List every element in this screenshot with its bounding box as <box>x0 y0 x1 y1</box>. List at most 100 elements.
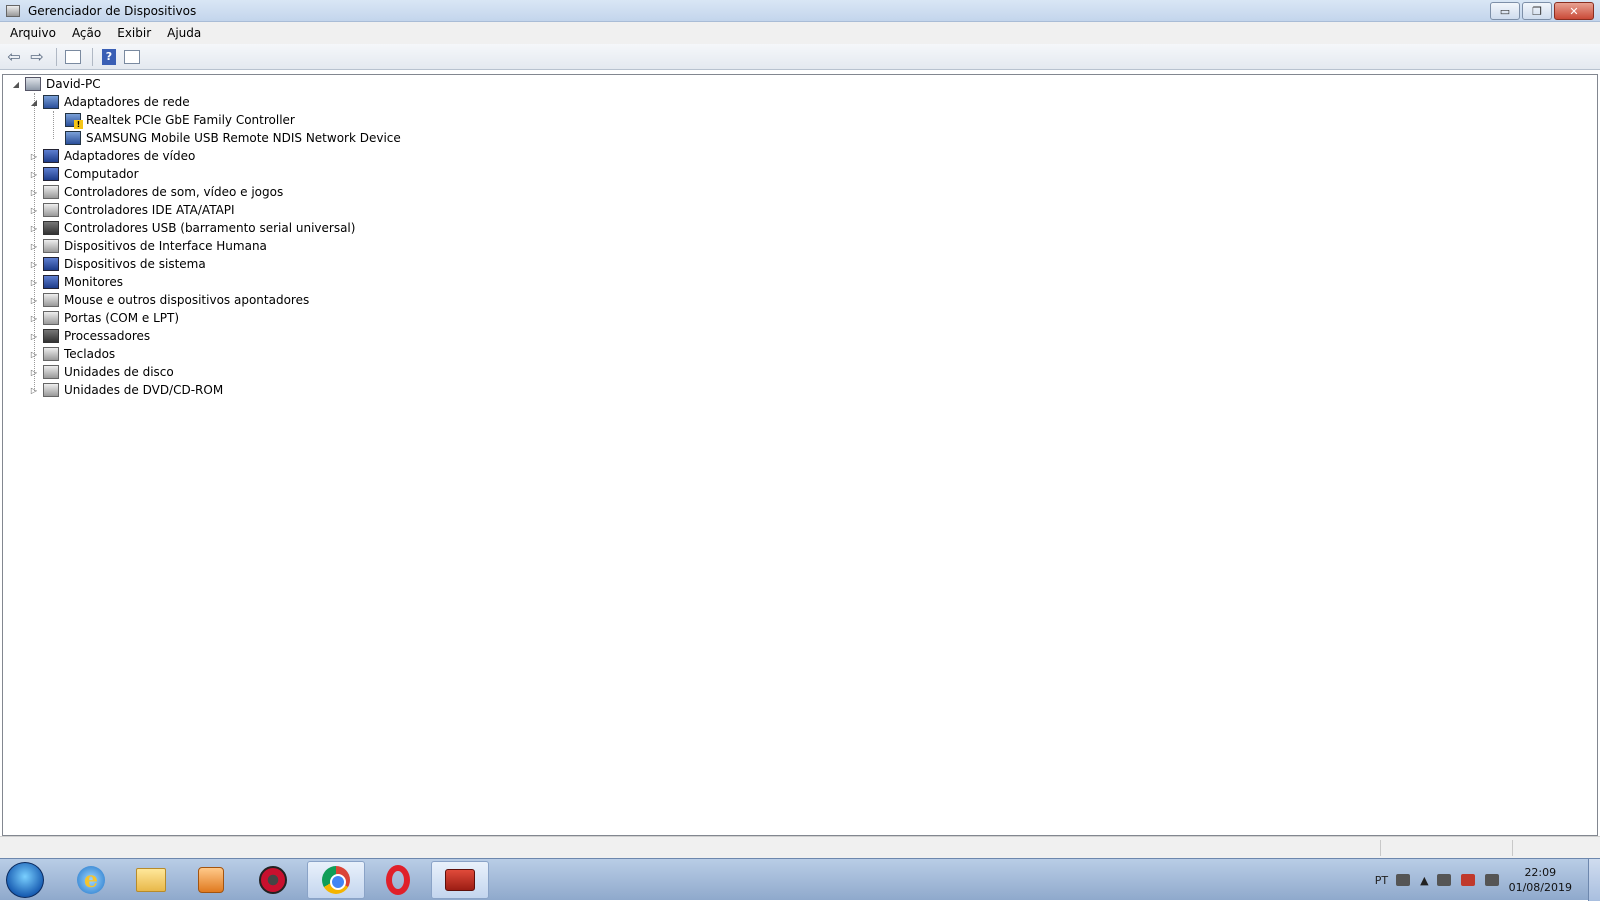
collapse-icon[interactable]: ◢ <box>11 80 21 89</box>
tree-category-processadores[interactable]: ▷ Processadores <box>29 327 150 345</box>
properties-button[interactable] <box>122 47 142 67</box>
folder-icon <box>136 868 166 892</box>
expand-icon[interactable]: ▷ <box>29 242 39 251</box>
menu-arquivo[interactable]: Arquivo <box>4 26 62 40</box>
language-indicator[interactable]: PT <box>1375 874 1388 887</box>
expand-icon[interactable]: ▷ <box>29 206 39 215</box>
expand-icon[interactable]: ▷ <box>29 260 39 269</box>
expand-icon[interactable]: ▷ <box>29 224 39 233</box>
toolbar: ⇦ ⇨ ? <box>0 44 1600 70</box>
expand-icon[interactable]: ▷ <box>29 350 39 359</box>
usb-icon <box>43 221 59 235</box>
network-adapter-icon <box>43 95 59 109</box>
tree-category-mouse[interactable]: ▷ Mouse e outros dispositivos apontadore… <box>29 291 309 309</box>
restore-button[interactable]: ❐ <box>1522 2 1552 20</box>
expand-icon[interactable]: ▷ <box>29 332 39 341</box>
tree-category-usb[interactable]: ▷ Controladores USB (barramento serial u… <box>29 219 355 237</box>
system-device-icon <box>43 257 59 271</box>
show-hide-console-tree-button[interactable] <box>63 47 83 67</box>
window-controls: ▭ ❐ ✕ <box>1488 2 1594 20</box>
tree-root[interactable]: ◢ David-PC <box>11 75 101 93</box>
menu-ajuda[interactable]: Ajuda <box>161 26 207 40</box>
menu-exibir[interactable]: Exibir <box>111 26 157 40</box>
tree-category-sistema[interactable]: ▷ Dispositivos de sistema <box>29 255 206 273</box>
expand-icon[interactable]: ▷ <box>29 278 39 287</box>
expand-icon[interactable]: ▷ <box>29 386 39 395</box>
category-label: Controladores USB (barramento serial uni… <box>64 221 356 235</box>
action-center-icon[interactable] <box>1460 874 1475 886</box>
forward-button[interactable]: ⇨ <box>27 47 47 67</box>
media-player-icon <box>198 867 224 893</box>
menu-acao[interactable]: Ação <box>66 26 107 40</box>
clock[interactable]: 22:09 01/08/2019 <box>1509 865 1572 895</box>
taskbar-media-player[interactable] <box>182 861 240 899</box>
tree-category-som[interactable]: ▷ Controladores de som, vídeo e jogos <box>29 183 283 201</box>
clock-time: 22:09 <box>1524 866 1557 879</box>
minimize-button[interactable]: ▭ <box>1490 2 1520 20</box>
expand-icon[interactable]: ▷ <box>29 314 39 323</box>
network-warning-icon <box>65 113 83 129</box>
port-icon <box>43 311 59 325</box>
start-button[interactable] <box>6 862 44 898</box>
taskbar-app-red[interactable] <box>244 861 302 899</box>
taskbar-chrome[interactable] <box>307 861 365 899</box>
close-button[interactable]: ✕ <box>1554 2 1594 20</box>
sound-icon <box>43 185 59 199</box>
taskbar-explorer[interactable] <box>122 861 180 899</box>
tree-category-disco[interactable]: ▷ Unidades de disco <box>29 363 174 381</box>
taskbar-device-manager[interactable] <box>431 861 489 899</box>
show-desktop-button[interactable] <box>1588 859 1600 901</box>
show-hidden-icons-arrow[interactable]: ▲ <box>1420 874 1428 887</box>
toolbar-separator <box>92 47 93 66</box>
tree-category-computador[interactable]: ▷ Computador <box>29 165 139 183</box>
device-label: SAMSUNG Mobile USB Remote NDIS Network D… <box>86 131 401 145</box>
root-label: David-PC <box>46 77 101 91</box>
category-label: Unidades de disco <box>64 365 174 379</box>
category-label: Teclados <box>64 347 116 361</box>
tree-category-portas[interactable]: ▷ Portas (COM e LPT) <box>29 309 179 327</box>
disk-drive-icon <box>43 365 59 379</box>
category-label: Portas (COM e LPT) <box>64 311 180 325</box>
tree-category-monitores[interactable]: ▷ Monitores <box>29 273 123 291</box>
toolbar-separator <box>56 47 57 66</box>
back-button[interactable]: ⇦ <box>4 47 24 67</box>
tree-category-ide[interactable]: ▷ Controladores IDE ATA/ATAPI <box>29 201 235 219</box>
category-label: Monitores <box>64 275 123 289</box>
help-button[interactable]: ? <box>99 47 119 67</box>
category-label: Mouse e outros dispositivos apontadores <box>64 293 310 307</box>
monitor-icon <box>43 275 59 289</box>
volume-icon[interactable] <box>1436 874 1451 886</box>
expand-icon[interactable]: ▷ <box>29 296 39 305</box>
tree-category-video[interactable]: ▷ Adaptadores de vídeo <box>29 147 195 165</box>
processor-icon <box>43 329 59 343</box>
expand-icon[interactable]: ▷ <box>29 170 39 179</box>
category-label: Computador <box>64 167 139 181</box>
taskbar-opera[interactable] <box>369 861 427 899</box>
collapse-icon[interactable]: ◢ <box>29 98 39 107</box>
keyboard-icon[interactable] <box>1396 874 1411 886</box>
tree-category-dvd[interactable]: ▷ Unidades de DVD/CD-ROM <box>29 381 223 399</box>
chrome-icon <box>322 866 350 894</box>
toolbox-icon <box>445 869 475 891</box>
tree-device-realtek[interactable]: Realtek PCIe GbE Family Controller <box>65 111 295 129</box>
tree-category-hid[interactable]: ▷ Dispositivos de Interface Humana <box>29 237 267 255</box>
status-divider <box>1512 840 1513 856</box>
category-label: Controladores IDE ATA/ATAPI <box>64 203 235 217</box>
tree-device-samsung[interactable]: SAMSUNG Mobile USB Remote NDIS Network D… <box>65 129 401 147</box>
category-label: Processadores <box>64 329 151 343</box>
category-label: Adaptadores de vídeo <box>64 149 196 163</box>
display-adapter-icon <box>43 149 59 163</box>
category-label: Unidades de DVD/CD-ROM <box>64 383 224 397</box>
taskbar-internet-explorer[interactable]: e <box>62 861 120 899</box>
expand-icon[interactable]: ▷ <box>29 152 39 161</box>
expand-icon[interactable]: ▷ <box>29 368 39 377</box>
internet-explorer-icon: e <box>77 866 105 894</box>
expand-icon[interactable]: ▷ <box>29 188 39 197</box>
tree-category-teclados[interactable]: ▷ Teclados <box>29 345 115 363</box>
tree-category-rede[interactable]: ◢ Adaptadores de rede <box>29 93 190 111</box>
opera-icon <box>386 865 410 895</box>
network-icon[interactable] <box>1484 874 1499 886</box>
dvd-drive-icon <box>43 383 59 397</box>
device-tree: ◢ David-PC ◢ Adaptadores de rede Realtek… <box>2 74 1598 836</box>
status-bar <box>0 836 1600 858</box>
